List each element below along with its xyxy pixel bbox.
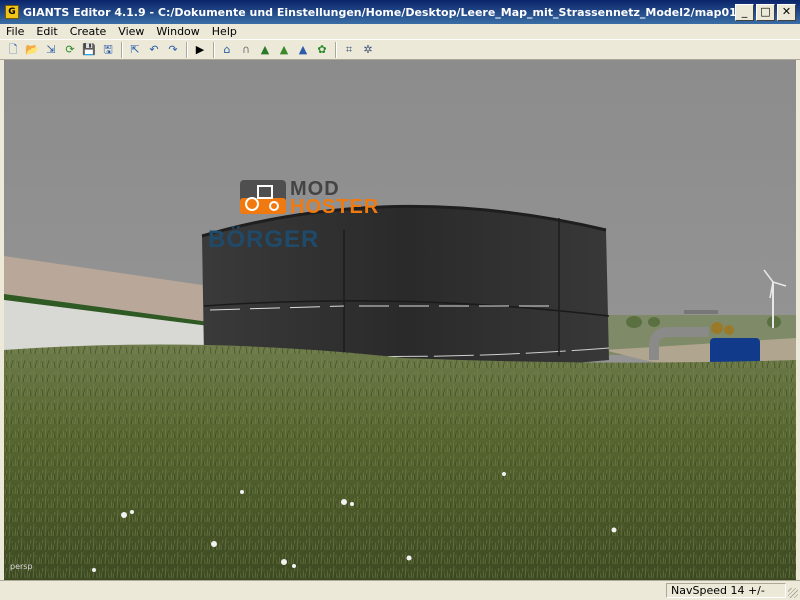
status-bar: NavSpeed 14 +/-: [0, 580, 800, 600]
save-as-icon[interactable]: 🖫: [99, 41, 117, 59]
terrain-sculpt-icon[interactable]: ▲: [256, 41, 274, 59]
save-icon[interactable]: 💾: [80, 41, 98, 59]
menu-file[interactable]: File: [0, 25, 30, 38]
scene-render: [4, 60, 796, 580]
modhoster-watermark: MOD HOSTER: [238, 178, 408, 224]
toolbar-separator: [335, 41, 337, 58]
home-icon[interactable]: ⌂: [218, 41, 236, 59]
select-icon[interactable]: ∩: [237, 41, 255, 59]
minimize-button[interactable]: _: [735, 3, 754, 21]
foliage-paint-icon[interactable]: ▲: [294, 41, 312, 59]
title-bar: G GIANTS Editor 4.1.9 - C:/Dokumente und…: [0, 0, 800, 24]
close-button[interactable]: ✕: [777, 3, 796, 21]
menu-help[interactable]: Help: [206, 25, 243, 38]
toolbar-separator: [213, 41, 215, 58]
tree: [648, 317, 660, 327]
undo-icon[interactable]: ↶: [145, 41, 163, 59]
giants-editor-app-icon[interactable]: G: [5, 5, 19, 19]
import-icon[interactable]: ⇲: [42, 41, 60, 59]
main-toolbar: 🗋 📂 ⇲ ⟳ 💾 🖫 ⇱ ↶ ↷ ▶ ⌂ ∩ ▲ ▲ ▲ ✿ ⌗ ✲: [0, 39, 800, 60]
open-icon[interactable]: 📂: [23, 41, 41, 59]
plant-icon[interactable]: ✿: [313, 41, 331, 59]
redo-icon[interactable]: ↷: [164, 41, 182, 59]
tank-brand-label: BÖRGER: [208, 226, 320, 253]
window-title: GIANTS Editor 4.1.9 - C:/Dokumente und E…: [23, 5, 735, 19]
menu-bar: File Edit Create View Window Help: [0, 24, 800, 39]
new-icon[interactable]: 🗋: [4, 41, 22, 59]
3d-viewport[interactable]: BÖRGER MOD HOSTER persp: [4, 60, 796, 580]
menu-window[interactable]: Window: [150, 25, 205, 38]
menu-view[interactable]: View: [112, 25, 150, 38]
export-icon[interactable]: ⇱: [126, 41, 144, 59]
play-icon[interactable]: ▶: [191, 41, 209, 59]
tree: [626, 316, 642, 328]
camera-mode-label: persp: [10, 562, 33, 571]
menu-edit[interactable]: Edit: [30, 25, 63, 38]
tractor-logo-icon: [240, 180, 286, 214]
resize-grip-icon[interactable]: [788, 588, 798, 598]
reload-icon[interactable]: ⟳: [61, 41, 79, 59]
menu-create[interactable]: Create: [64, 25, 113, 38]
terrain-paint-icon[interactable]: ▲: [275, 41, 293, 59]
maximize-button[interactable]: □: [756, 3, 775, 21]
nav-speed-indicator: NavSpeed 14 +/-: [666, 583, 786, 598]
settings-icon[interactable]: ✲: [359, 41, 377, 59]
toolbar-separator: [121, 41, 123, 58]
toolbar-separator: [186, 41, 188, 58]
watermark-hoster-text: HOSTER: [290, 196, 380, 218]
grid-icon[interactable]: ⌗: [340, 41, 358, 59]
